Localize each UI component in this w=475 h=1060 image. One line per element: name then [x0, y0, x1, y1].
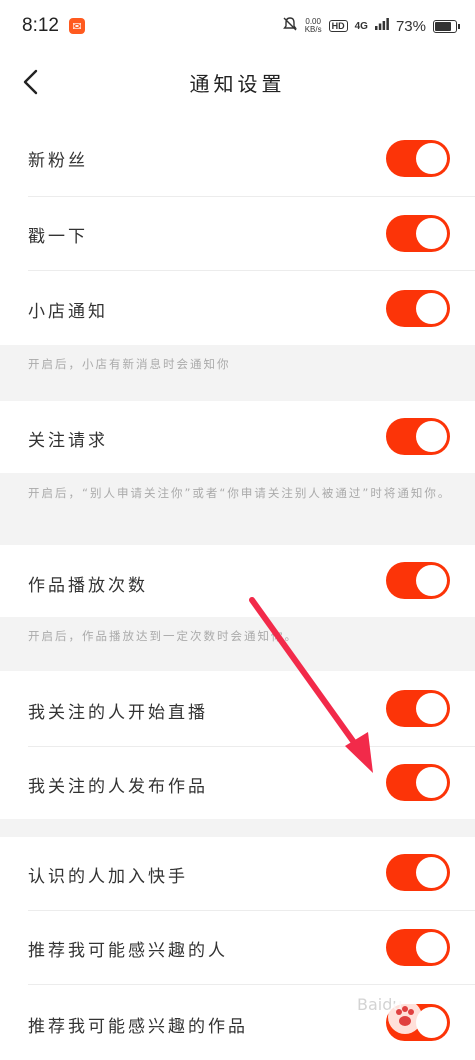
hd-badge: HD [328, 20, 348, 32]
toggle-switch[interactable] [386, 215, 450, 252]
signal-bars-icon [374, 17, 389, 35]
setting-label: 戳一下 [28, 227, 88, 247]
setting-label: 作品播放次数 [28, 576, 148, 596]
status-bar: 8:12 ✉ 0.00 KB/s HD 4G 73% [0, 0, 475, 52]
hint-section: 开启后，作品播放达到一定次数时会通知你。 [0, 617, 475, 671]
signal-indicator: 4G [354, 20, 368, 32]
mute-icon [282, 16, 298, 37]
toggle-switch[interactable] [386, 418, 450, 455]
section-gap [0, 819, 475, 837]
setting-row-followed-live: 我关注的人开始直播 [0, 671, 475, 746]
toggle-switch[interactable] [386, 929, 450, 966]
hint-text: 开启后，小店有新消息时会通知你 [28, 357, 231, 371]
setting-row-recommend-people: 推荐我可能感兴趣的人 [0, 911, 475, 984]
toggle-knob [416, 218, 447, 249]
toggle-knob [416, 293, 447, 324]
toggle-switch[interactable] [386, 290, 450, 327]
setting-row-shop-notification: 小店通知 [0, 271, 475, 345]
setting-row-followed-post: 我关注的人发布作品 [0, 747, 475, 819]
hint-section: 开启后，小店有新消息时会通知你 [0, 345, 475, 401]
battery-icon [433, 19, 460, 33]
page-title: 通知设置 [189, 72, 286, 96]
toggle-switch[interactable] [386, 854, 450, 891]
setting-label: 我关注的人开始直播 [28, 703, 208, 723]
toggle-knob [416, 693, 447, 724]
net-speed-unit: KB/s [304, 25, 322, 34]
status-time: 8:12 [22, 15, 59, 36]
setting-label: 推荐我可能感兴趣的作品 [28, 1017, 248, 1037]
toggle-knob [416, 932, 447, 963]
setting-row-acquaintance-joined: 认识的人加入快手 [0, 837, 475, 910]
setting-label: 新粉丝 [28, 151, 88, 171]
setting-row-poke: 戳一下 [0, 197, 475, 270]
toggle-switch[interactable] [386, 690, 450, 727]
network-speed: 0.00 KB/s [305, 18, 322, 34]
app-notification-icon: ✉ [68, 18, 85, 34]
hint-text: 开启后，作品播放达到一定次数时会通知你。 [28, 629, 298, 643]
toggle-switch[interactable] [386, 140, 450, 177]
setting-label: 推荐我可能感兴趣的人 [28, 941, 228, 961]
setting-row-new-fans: 新粉丝 [0, 120, 475, 196]
toggle-switch[interactable] [386, 562, 450, 599]
battery-percent: 73% [395, 17, 426, 35]
toggle-switch[interactable] [386, 764, 450, 801]
toggle-knob [416, 565, 447, 596]
hint-text: 开启后，“别人申请关注你”或者“你申请关注别人被通过”时将通知你。 [28, 486, 452, 500]
header: 通知设置 [0, 52, 475, 112]
toggle-knob [416, 857, 447, 888]
setting-label: 关注请求 [28, 431, 108, 451]
hint-section: 开启后，“别人申请关注你”或者“你申请关注别人被通过”时将通知你。 [0, 473, 475, 545]
setting-label: 小店通知 [28, 302, 108, 322]
setting-label: 认识的人加入快手 [28, 867, 188, 887]
toggle-knob [416, 143, 447, 174]
toggle-knob [416, 421, 447, 452]
toggle-knob [416, 767, 447, 798]
baidu-paw-icon [388, 1000, 422, 1034]
setting-row-follow-request: 关注请求 [0, 401, 475, 473]
setting-row-play-count: 作品播放次数 [0, 545, 475, 617]
setting-label: 我关注的人发布作品 [28, 777, 208, 797]
